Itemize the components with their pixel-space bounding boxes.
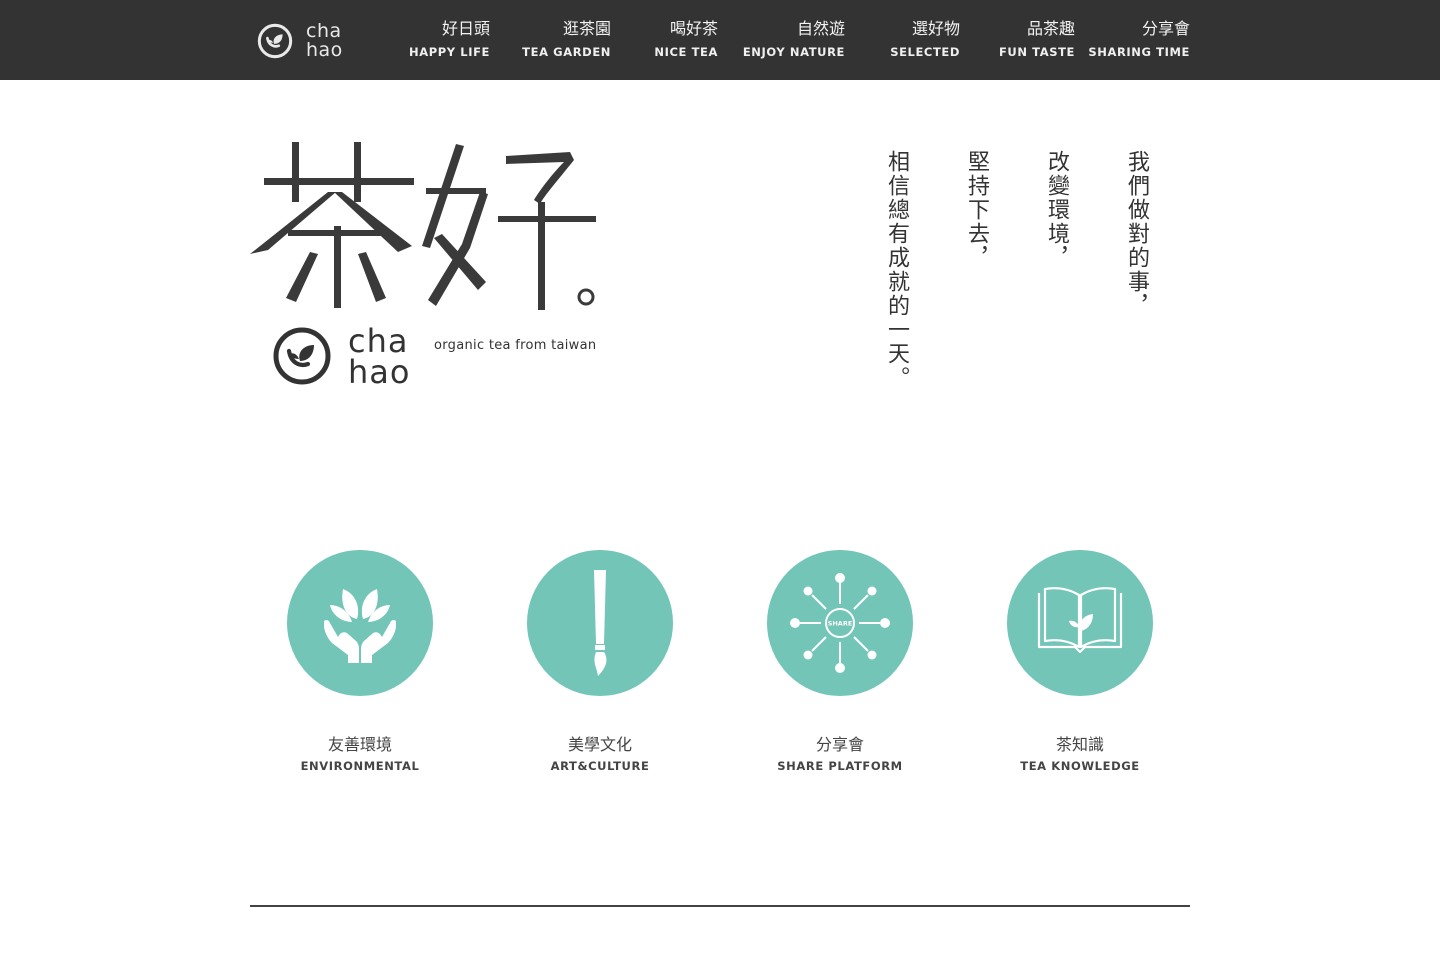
hero-tagline: organic tea from taiwan [434, 338, 597, 353]
nav-item-selected[interactable]: 選好物 SELECTED [890, 18, 960, 59]
poem-line-2: 改變環境， [1044, 150, 1069, 270]
footer-divider [250, 905, 1190, 907]
nav-item-en-label: SELECTED [890, 45, 960, 59]
poem-line-3: 堅持下去， [964, 150, 989, 270]
feature-zh-label: 美學文化 [567, 735, 632, 754]
feature-en-label: ENVIRONMENTAL [300, 759, 420, 773]
feature-zh-label: 茶知識 [1055, 735, 1104, 754]
share-icon-text: SHARE [828, 620, 853, 628]
nav-item-en-label: NICE TEA [654, 45, 718, 59]
nav-item-zh-label: 喝好茶 [669, 19, 718, 38]
nav-item-zh-label: 逛茶園 [562, 19, 611, 38]
hero-emblem-row: cha hao organic tea from taiwan [272, 325, 612, 391]
book-leaf-icon [1037, 587, 1123, 654]
brush-icon [594, 570, 607, 676]
hero-wordmark-line-2: hao [348, 353, 411, 391]
nav-item-enjoy-nature[interactable]: 自然遊 ENJOY NATURE [743, 18, 845, 59]
main-nav: 好日頭 HAPPY LIFE 逛茶園 TEA GARDEN 喝好茶 NICE T… [0, 0, 1440, 80]
nav-item-nice-tea[interactable]: 喝好茶 NICE TEA [654, 18, 718, 59]
nav-item-zh-label: 品茶趣 [1026, 19, 1075, 38]
feature-art-culture[interactable]: 美學文化 ART&CULTURE [500, 550, 700, 780]
poem-line-4: 相信總有成就的一天。 [884, 150, 909, 390]
nav-item-sharing-time[interactable]: 分享會 SHARING TIME [1088, 18, 1190, 59]
nav-item-tea-garden[interactable]: 逛茶園 TEA GARDEN [522, 18, 611, 59]
hero-brand: cha hao organic tea from taiwan [248, 130, 608, 400]
feature-zh-label: 分享會 [815, 735, 864, 754]
nav-item-fun-taste[interactable]: 品茶趣 FUN TASTE [999, 18, 1075, 59]
feature-environmental[interactable]: 友善環境 ENVIRONMENTAL [260, 550, 460, 780]
share-network-icon: SHARE [790, 573, 890, 673]
hands-leaf-icon [324, 589, 396, 663]
feature-circle [1007, 550, 1153, 696]
nav-item-en-label: ENJOY NATURE [742, 45, 845, 59]
feature-zh-label: 友善環境 [327, 735, 392, 754]
hero-wordmark: cha hao [348, 325, 411, 391]
nav-item-en-label: FUN TASTE [998, 45, 1075, 59]
feature-tea-knowledge[interactable]: 茶知識 TEA KNOWLEDGE [980, 550, 1180, 780]
nav-item-zh-label: 分享會 [1141, 19, 1190, 38]
feature-circle [287, 550, 433, 696]
nav-item-zh-label: 好日頭 [441, 19, 490, 38]
nav-item-en-label: TEA GARDEN [522, 45, 611, 59]
poem-line-1: 我們做對的事， [1124, 150, 1149, 318]
nav-item-en-label: SHARING TIME [1088, 45, 1190, 59]
chahao-logotype-image [250, 142, 596, 310]
hero-title-logotype [248, 130, 598, 315]
feature-share-platform[interactable]: SHARE 分享會 SHARE PLATFORM [740, 550, 940, 780]
leaf-circle-emblem-icon [272, 326, 332, 386]
top-navigation-bar: cha hao 好日頭 HAPPY LIFE 逛茶園 TEA GARDEN 喝好… [0, 0, 1440, 80]
feature-circle: SHARE [767, 550, 913, 696]
nav-item-zh-label: 自然遊 [796, 19, 845, 38]
nav-item-en-label: HAPPY LIFE [408, 45, 490, 59]
nav-item-zh-label: 選好物 [911, 19, 960, 38]
feature-en-label: TEA KNOWLEDGE [1020, 759, 1140, 773]
feature-en-label: ART&CULTURE [550, 759, 650, 773]
feature-en-label: SHARE PLATFORM [777, 759, 903, 773]
vertical-poem: 我們做對的事， 改變環境， 堅持下去， 相信總有成就的一天。 [872, 150, 1162, 410]
nav-item-happy-life[interactable]: 好日頭 HAPPY LIFE [409, 18, 490, 59]
feature-circle [527, 550, 673, 696]
